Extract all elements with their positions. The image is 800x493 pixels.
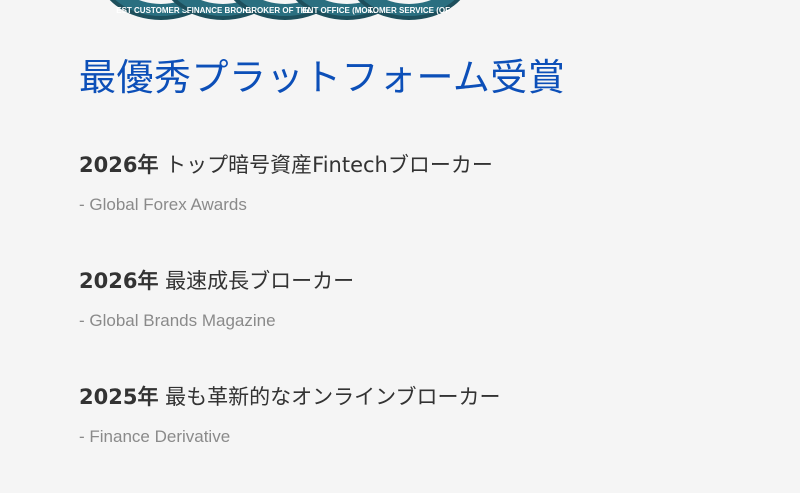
award-title: 2026年 最速成長ブローカー [79,261,759,301]
award-year: 2025年 [79,385,159,409]
award-title: 2026年 トップ暗号資産Fintechブローカー [79,145,759,185]
award-item: 2026年 トップ暗号資産Fintechブローカー - Global Forex… [79,145,759,261]
award-name: 最速成長ブローカー [165,269,355,293]
award-item: 2025年 最も革新的なオンラインブローカー - Finance Derivat… [79,377,759,493]
page-title: 最優秀プラットフォーム受賞 [79,56,566,99]
award-badges: EST CUSTOMER SERVI FINANCE BROKER BROKER… [96,0,461,20]
badge-ring-text: TOMER SERVICE (OF [368,6,450,15]
award-source: - Global Brands Magazine [79,311,276,330]
award-item: 2026年 最速成長ブローカー - Global Brands Magazine [79,261,759,377]
award-year: 2026年 [79,153,159,177]
award-source: - Global Forex Awards [79,195,247,214]
award-badge-icon: TOMER SERVICE (OF [344,0,474,20]
award-name: トップ暗号資産Fintechブローカー [165,153,493,177]
awards-list: 2026年 トップ暗号資産Fintechブローカー - Global Forex… [79,145,759,493]
award-title: 2025年 最も革新的なオンラインブローカー [79,377,759,417]
award-year: 2026年 [79,269,159,293]
award-source: - Finance Derivative [79,427,231,446]
award-name: 最も革新的なオンラインブローカー [165,385,501,409]
